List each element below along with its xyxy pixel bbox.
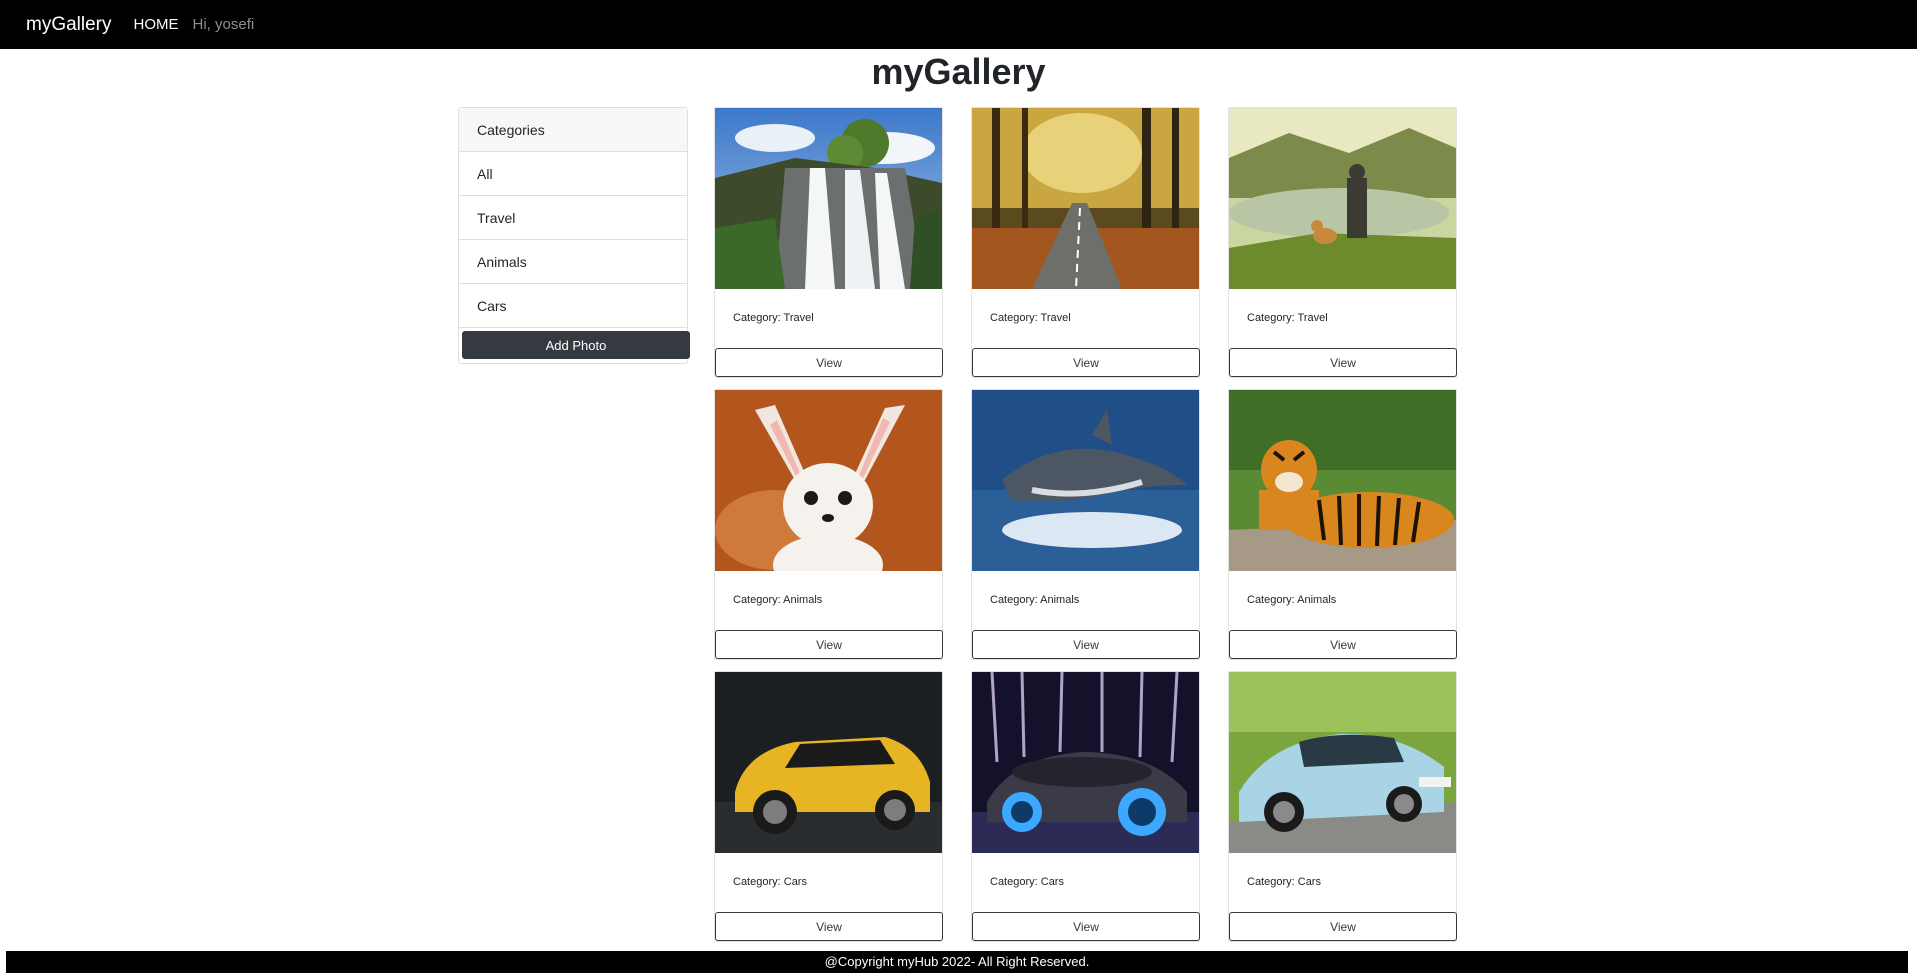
category-item-travel[interactable]: Travel [459, 196, 687, 240]
photo-card: Category: Cars View [714, 671, 943, 942]
card-category: Category: Animals [990, 594, 1080, 606]
photo-card: Category: Animals View [1228, 389, 1457, 660]
photo-card: Category: Travel View [714, 107, 943, 378]
view-button[interactable]: View [1229, 630, 1457, 659]
photo-card: Category: Animals View [971, 389, 1200, 660]
footer: @Copyright myHub 2022- All Right Reserve… [6, 951, 1908, 973]
view-button[interactable]: View [1229, 348, 1457, 377]
view-button[interactable]: View [715, 912, 943, 941]
view-button[interactable]: View [972, 912, 1200, 941]
view-button[interactable]: View [972, 348, 1200, 377]
dolphin-photo[interactable] [972, 390, 1199, 571]
card-category: Category: Cars [1247, 876, 1321, 888]
card-category: Category: Animals [733, 594, 823, 606]
autumn-road-photo[interactable] [972, 108, 1199, 289]
page-title: myGallery [871, 51, 1046, 92]
hiker-lake-photo[interactable] [1229, 108, 1456, 289]
photo-card: Category: Cars View [1228, 671, 1457, 942]
concept-car-photo[interactable] [972, 672, 1199, 853]
fennec-fox-photo[interactable] [715, 390, 942, 571]
photo-card: Category: Animals View [714, 389, 943, 660]
view-button[interactable]: View [715, 348, 943, 377]
view-button[interactable]: View [972, 630, 1200, 659]
category-item-cars[interactable]: Cars [459, 284, 687, 328]
yellow-suv-photo[interactable] [715, 672, 942, 853]
category-item-animals[interactable]: Animals [459, 240, 687, 284]
photo-card: Category: Cars View [971, 671, 1200, 942]
categories-header: Categories [459, 108, 687, 152]
nav-home-link[interactable]: HOME [134, 16, 179, 33]
card-category: Category: Animals [1247, 594, 1337, 606]
category-item-all[interactable]: All [459, 152, 687, 196]
waterfall-photo[interactable] [715, 108, 942, 289]
card-category: Category: Travel [1247, 312, 1328, 324]
add-photo-button[interactable]: Add Photo [462, 331, 690, 359]
photo-gallery: Category: Travel View Category: Travel V… [714, 107, 1457, 942]
brand-link[interactable]: myGallery [26, 14, 112, 36]
photo-card: Category: Travel View [1228, 107, 1457, 378]
navbar: myGallery HOME Hi, yosefi [0, 0, 1917, 49]
card-category: Category: Cars [733, 876, 807, 888]
card-category: Category: Cars [990, 876, 1064, 888]
blue-sports-car-photo[interactable] [1229, 672, 1456, 853]
tiger-photo[interactable] [1229, 390, 1456, 571]
view-button[interactable]: View [1229, 912, 1457, 941]
view-button[interactable]: View [715, 630, 943, 659]
user-greeting: Hi, yosefi [192, 16, 255, 33]
categories-sidebar: Categories All Travel Animals Cars Add P… [458, 107, 690, 364]
photo-card: Category: Travel View [971, 107, 1200, 378]
card-category: Category: Travel [990, 312, 1071, 324]
card-category: Category: Travel [733, 312, 814, 324]
